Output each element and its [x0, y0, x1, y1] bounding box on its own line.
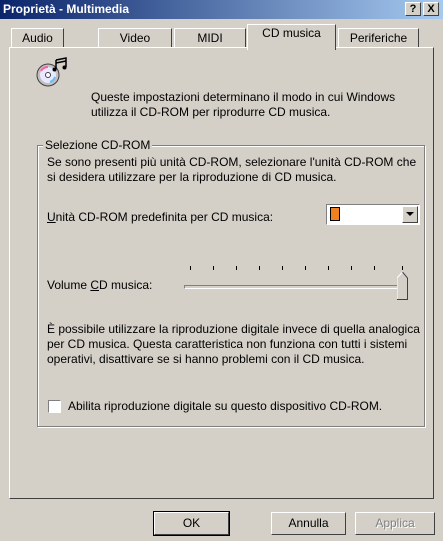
group-label: Selezione CD-ROM: [43, 138, 153, 152]
intro-text: Queste impostazioni determinano il modo …: [91, 90, 396, 119]
tab-label: Video: [119, 31, 151, 45]
close-icon: X: [427, 3, 435, 15]
tab-label: CD musica: [262, 26, 321, 40]
drive-dropdown[interactable]: [326, 204, 420, 225]
slider-tick: [374, 266, 375, 270]
drive-label: Unità CD-ROM predefinita per CD musica:: [47, 210, 273, 225]
volume-label-text-rest: D musica:: [99, 278, 153, 292]
group-description: Se sono presenti più unità CD-ROM, selez…: [47, 155, 417, 184]
volume-slider-thumb[interactable]: [397, 272, 408, 300]
cancel-label: Annulla: [288, 516, 329, 530]
help-button[interactable]: ?: [405, 2, 421, 16]
tab-midi[interactable]: MIDI: [174, 28, 246, 48]
slider-tick: [328, 266, 329, 270]
close-button[interactable]: X: [423, 2, 439, 16]
properties-window: Proprietà - Multimedia ? X Audio Video M…: [0, 0, 443, 541]
drive-label-accel: U: [47, 210, 56, 224]
slider-tick: [282, 266, 283, 270]
tab-label: Audio: [22, 31, 53, 45]
cancel-button[interactable]: Annulla: [271, 512, 346, 535]
volume-label-text: Volume: [47, 278, 91, 292]
digital-playback-checkbox[interactable]: [48, 400, 61, 413]
slider-tick: [190, 266, 191, 270]
tab-video[interactable]: Video: [98, 28, 172, 48]
ok-button[interactable]: OK: [153, 511, 230, 536]
slider-tick: [351, 266, 352, 270]
digital-playback-note: È possibile utilizzare la riproduzione d…: [47, 322, 420, 366]
chevron-down-icon[interactable]: [402, 206, 418, 223]
volume-label: Volume CD musica:: [47, 278, 152, 293]
slider-tick: [259, 266, 260, 270]
title-bar[interactable]: Proprietà - Multimedia ? X: [0, 0, 443, 19]
drive-label-text: nità CD-ROM predefinita per CD musica:: [55, 210, 274, 224]
slider-tick: [213, 266, 214, 270]
cd-music-icon: [36, 57, 67, 87]
slider-tick: [236, 266, 237, 270]
tab-label: Periferiche: [349, 31, 408, 45]
tab-label: MIDI: [197, 31, 223, 45]
slider-tick: [402, 266, 403, 270]
drive-icon: [330, 207, 340, 221]
ok-label: OK: [182, 516, 201, 530]
tab-audio[interactable]: Audio: [11, 28, 64, 48]
window-title: Proprietà - Multimedia: [3, 2, 130, 16]
slider-tick: [305, 266, 306, 270]
tab-periferiche[interactable]: Periferiche: [338, 28, 419, 48]
apply-label: Applica: [375, 516, 415, 530]
help-icon: ?: [409, 3, 417, 15]
tab-cd-musica[interactable]: CD musica: [247, 24, 336, 50]
checkbox-label[interactable]: Abilita riproduzione digitale su questo …: [68, 399, 382, 414]
volume-label-accel: C: [90, 278, 100, 292]
volume-slider-track[interactable]: [184, 285, 406, 289]
apply-button[interactable]: Applica: [355, 512, 435, 535]
